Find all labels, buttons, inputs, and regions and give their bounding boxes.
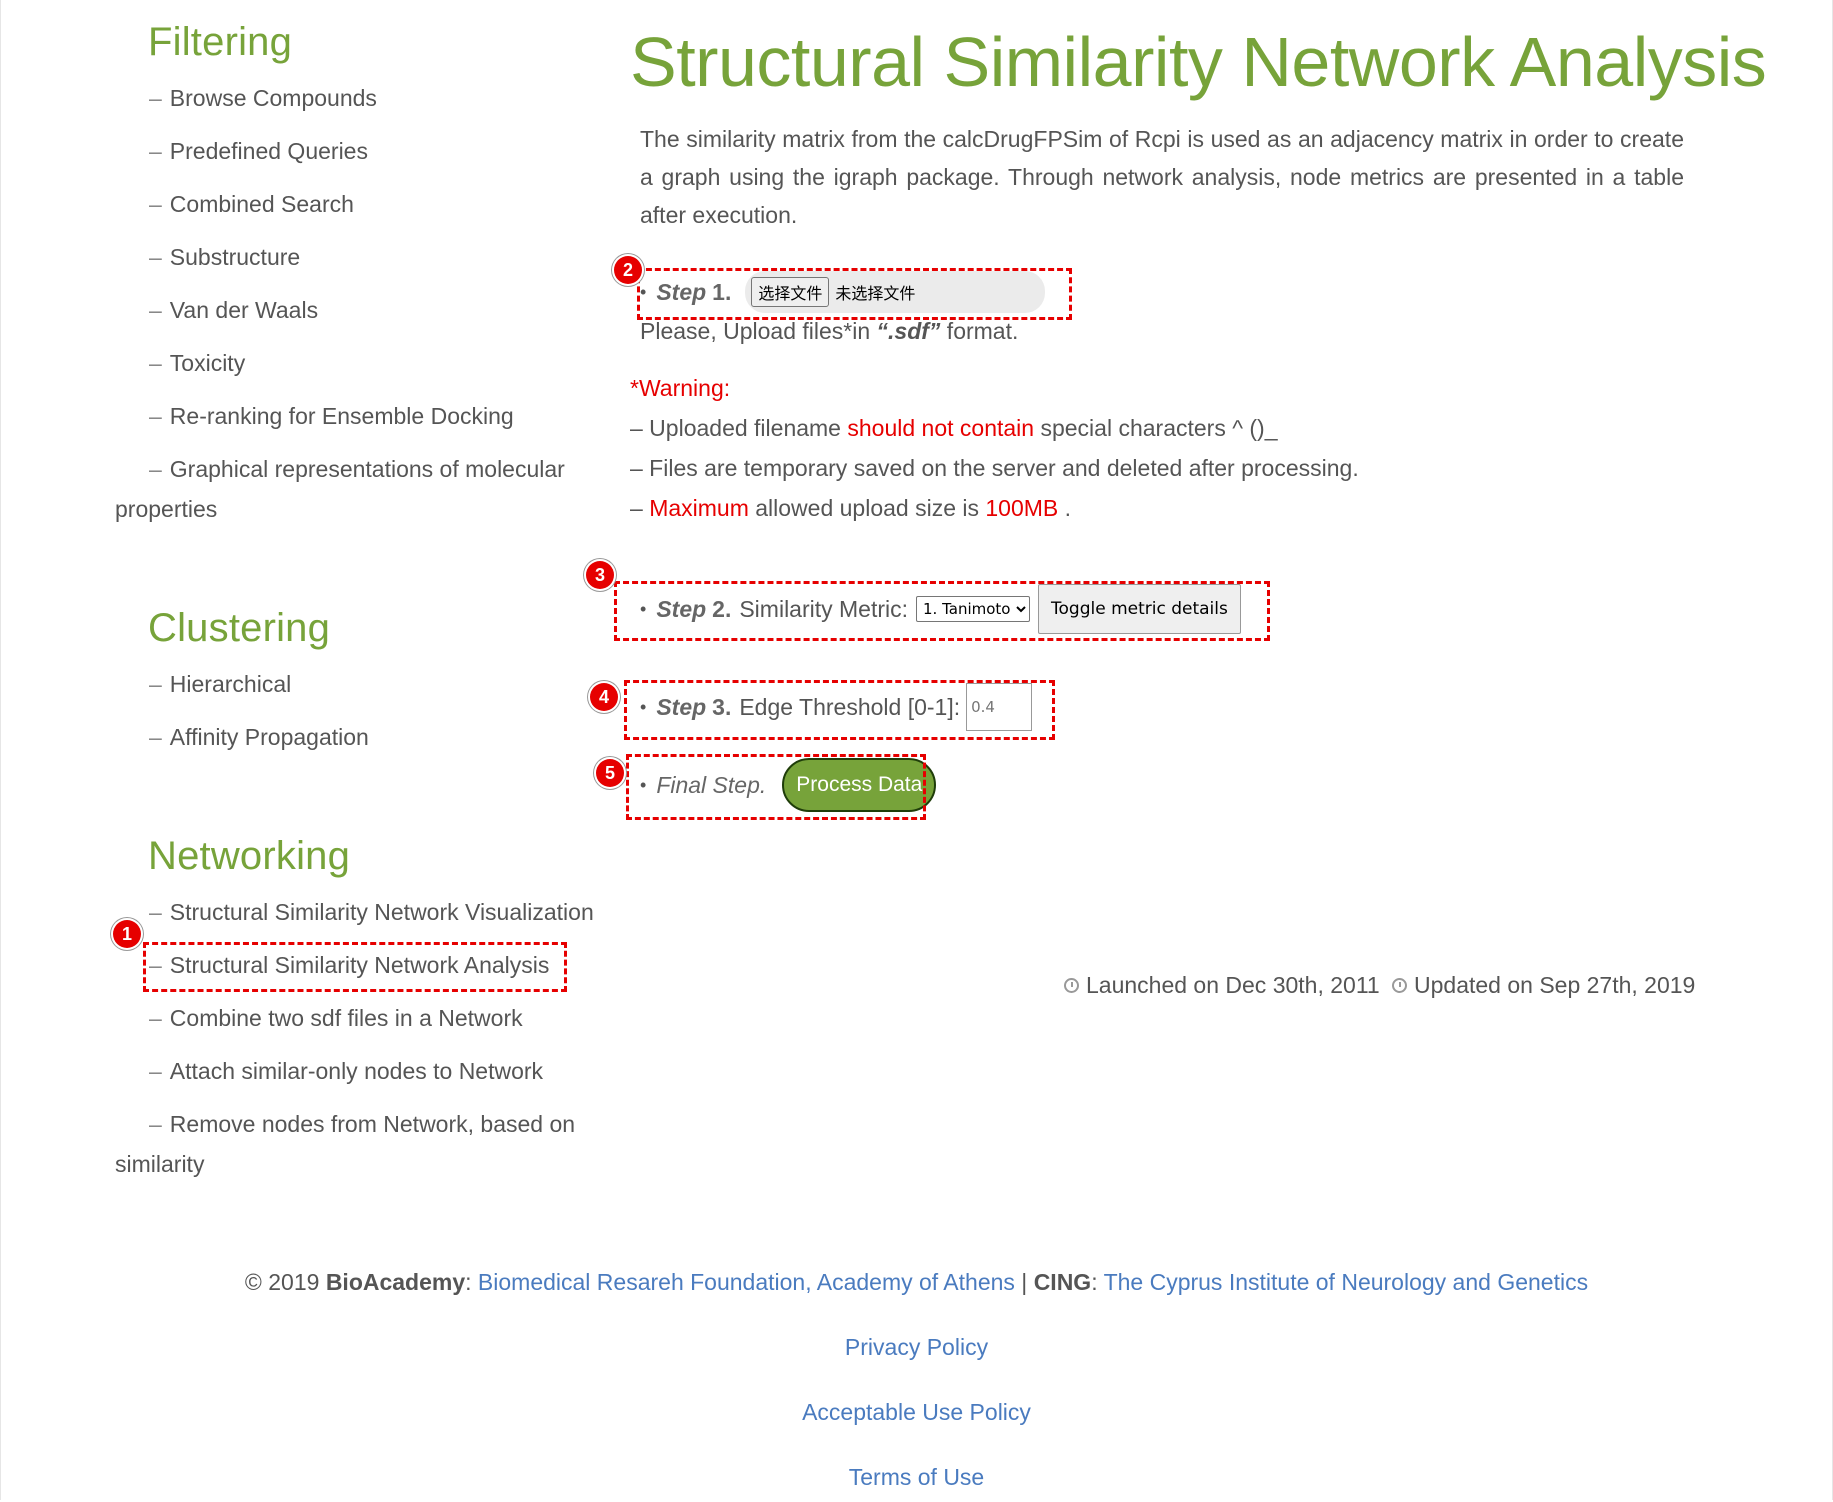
annotation-badge-1: 1 bbox=[113, 920, 141, 948]
sidebar-item-graphical-representations[interactable]: – Graphical representations of molecular … bbox=[115, 449, 595, 529]
sidebar-item-network-visualization[interactable]: – Structural Similarity Network Visualiza… bbox=[149, 892, 594, 932]
sidebar-item-combine-sdf[interactable]: – Combine two sdf files in a Network bbox=[149, 998, 523, 1038]
acceptable-use-policy-link[interactable]: Acceptable Use Policy bbox=[802, 1399, 1031, 1425]
footer-aup-row: Acceptable Use Policy bbox=[0, 1399, 1833, 1426]
launched-info: Launched on Dec 30th, 2011 bbox=[1064, 972, 1380, 999]
filtering-heading: Filtering bbox=[148, 20, 293, 64]
annotation-badge-5: 5 bbox=[596, 759, 624, 787]
sidebar-item-affinity-propagation[interactable]: – Affinity Propagation bbox=[149, 717, 369, 757]
annotation-box-5 bbox=[626, 754, 926, 820]
clock-icon bbox=[1392, 978, 1407, 993]
updated-info: Updated on Sep 27th, 2019 bbox=[1392, 972, 1695, 999]
clock-icon bbox=[1064, 978, 1079, 993]
sidebar-item-substructure[interactable]: – Substructure bbox=[149, 237, 300, 277]
footer-privacy-row: Privacy Policy bbox=[0, 1334, 1833, 1361]
annotation-badge-4: 4 bbox=[590, 683, 618, 711]
footer-terms-row: Terms of Use bbox=[0, 1464, 1833, 1491]
annotation-box-2 bbox=[637, 268, 1072, 320]
sidebar-item-remove-nodes[interactable]: – Remove nodes from Network, based on sim… bbox=[115, 1104, 595, 1184]
page-title: Structural Similarity Network Analysis bbox=[630, 23, 1767, 101]
networking-heading: Networking bbox=[148, 834, 351, 878]
sidebar-item-browse-compounds[interactable]: – Browse Compounds bbox=[149, 78, 377, 118]
annotation-box-3 bbox=[614, 581, 1270, 641]
terms-of-use-link[interactable]: Terms of Use bbox=[849, 1464, 984, 1490]
warning-line-max-size: – Maximum allowed upload size is 100MB . bbox=[630, 495, 1072, 521]
sidebar-item-reranking[interactable]: – Re-ranking for Ensemble Docking bbox=[149, 396, 514, 436]
annotation-badge-2: 2 bbox=[614, 256, 642, 284]
clustering-heading: Clustering bbox=[148, 606, 331, 650]
cing-link[interactable]: The Cyprus Institute of Neurology and Ge… bbox=[1104, 1269, 1589, 1295]
annotation-badge-3: 3 bbox=[586, 561, 614, 589]
sidebar-item-combined-search[interactable]: – Combined Search bbox=[149, 184, 354, 224]
sidebar-item-van-der-waals[interactable]: – Van der Waals bbox=[149, 290, 318, 330]
upload-help: Please, Upload files*in “.sdf” format. bbox=[640, 318, 1019, 344]
annotation-box-4 bbox=[624, 680, 1055, 740]
privacy-policy-link[interactable]: Privacy Policy bbox=[845, 1334, 988, 1360]
annotation-box-1 bbox=[143, 942, 567, 992]
warning-line-filename: – Uploaded filename should not contain s… bbox=[630, 415, 1278, 441]
footer-credits: © 2019 BioAcademy: Biomedical Resareh Fo… bbox=[244, 1269, 1589, 1295]
bioacademy-link[interactable]: Biomedical Resareh Foundation, Academy o… bbox=[478, 1269, 1015, 1295]
sidebar-item-hierarchical[interactable]: – Hierarchical bbox=[149, 664, 291, 704]
sidebar-item-toxicity[interactable]: – Toxicity bbox=[149, 343, 245, 383]
sidebar-item-predefined-queries[interactable]: – Predefined Queries bbox=[149, 131, 368, 171]
intro-text: The similarity matrix from the calcDrugF… bbox=[640, 126, 1684, 228]
sidebar-item-attach-nodes[interactable]: – Attach similar-only nodes to Network bbox=[149, 1051, 543, 1091]
warning-title: *Warning: bbox=[630, 375, 731, 401]
warning-line-temporary: – Files are temporary saved on the serve… bbox=[630, 455, 1359, 481]
